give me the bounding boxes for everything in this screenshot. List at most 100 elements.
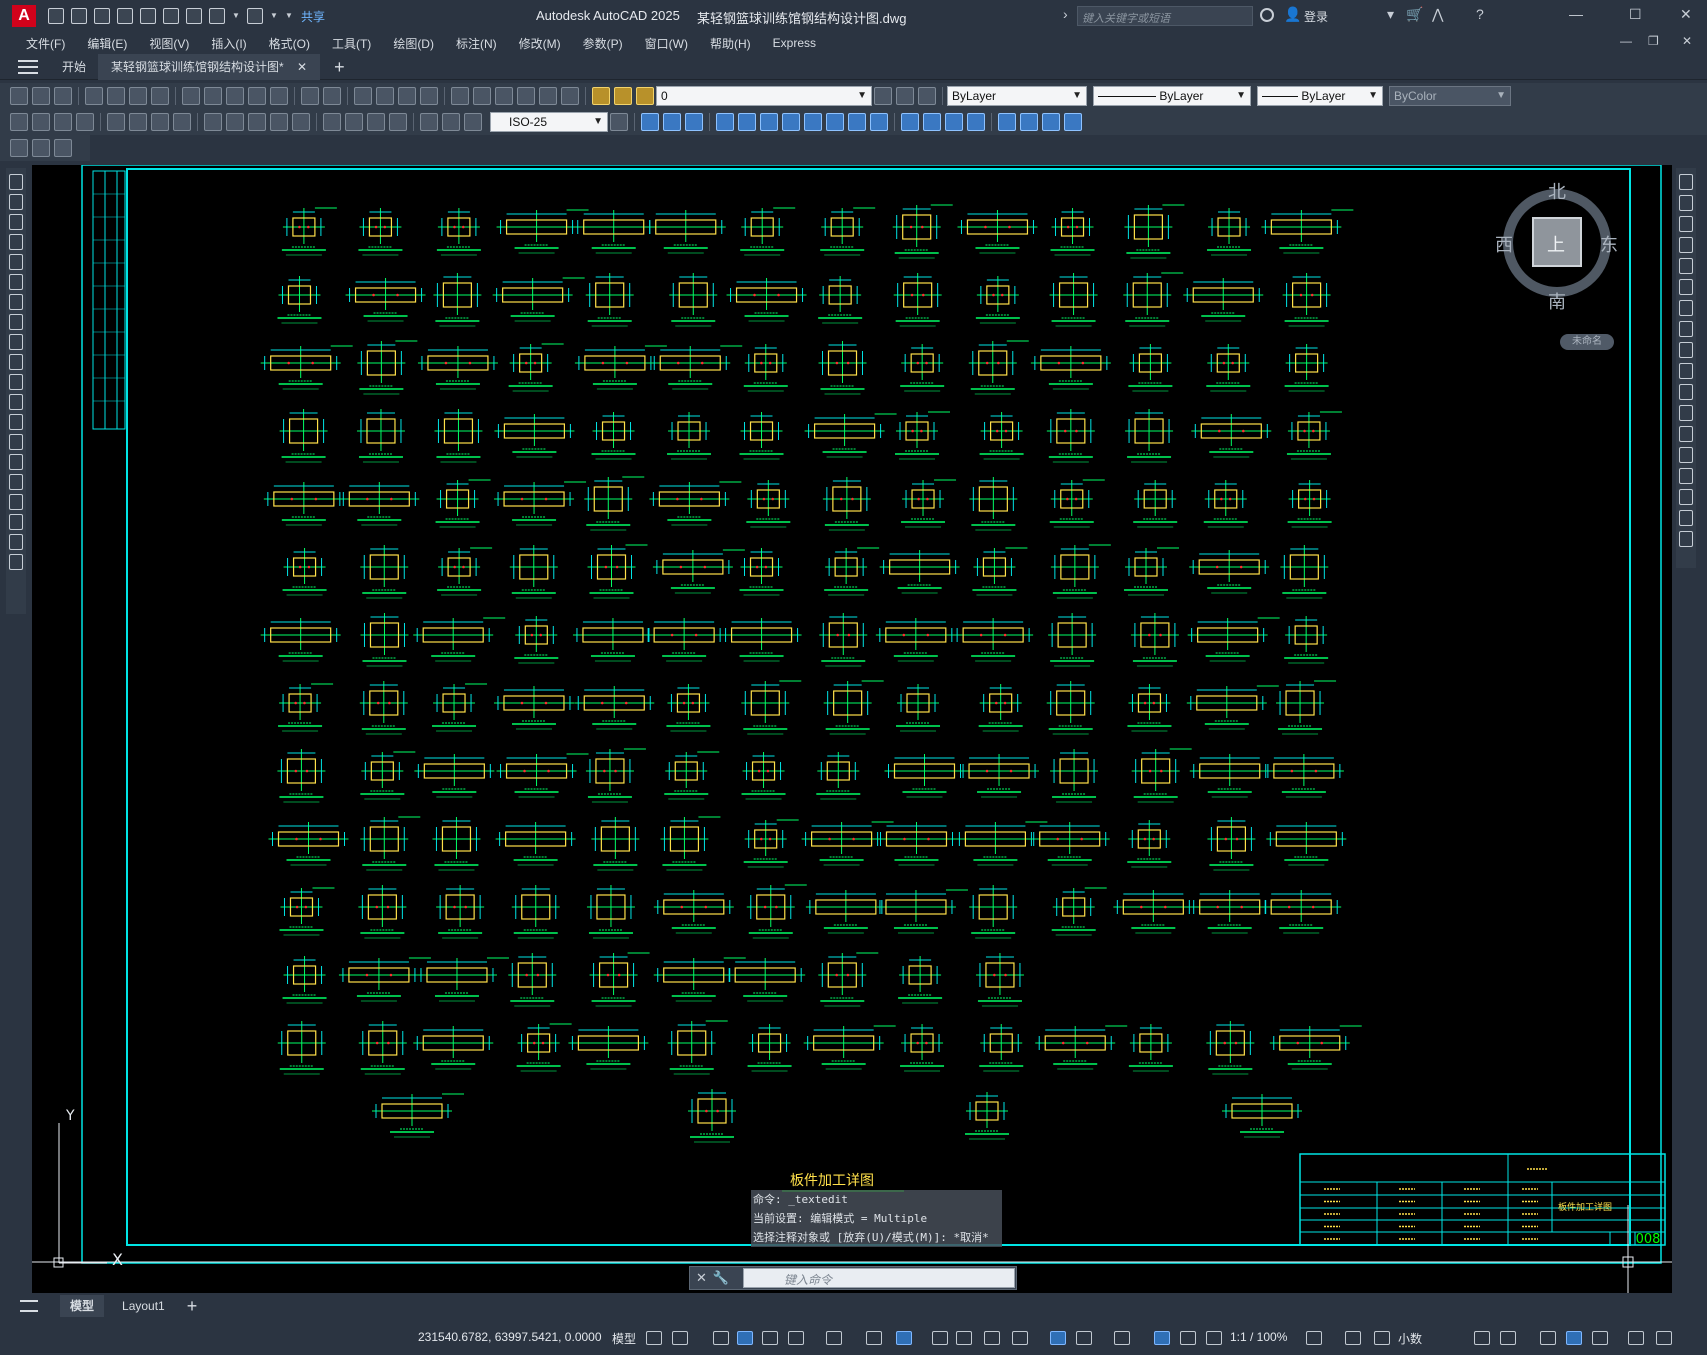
circle-icon[interactable] xyxy=(9,294,23,310)
match-properties-icon[interactable] xyxy=(248,87,266,105)
break-at-point-icon[interactable] xyxy=(901,113,919,131)
customize-qa-icon[interactable]: ▼ xyxy=(285,12,293,20)
new-icon[interactable] xyxy=(10,87,28,105)
menu-edit[interactable]: 编辑(E) xyxy=(79,35,135,52)
trim-icon[interactable] xyxy=(848,113,866,131)
cut-icon[interactable] xyxy=(182,87,200,105)
pan-icon[interactable] xyxy=(354,87,372,105)
layer-freeze-icon[interactable] xyxy=(636,87,654,105)
layer-properties-icon[interactable] xyxy=(592,87,610,105)
ortho-icon[interactable] xyxy=(762,1331,778,1345)
dim-continue-icon[interactable] xyxy=(248,113,266,131)
blend-icon[interactable] xyxy=(1679,510,1693,526)
zoom-realtime-icon[interactable] xyxy=(376,87,394,105)
tab-start[interactable]: 开始 xyxy=(50,53,100,80)
undo-icon[interactable] xyxy=(209,8,225,24)
menu-window[interactable]: 窗口(W) xyxy=(637,35,696,52)
dim-radius-icon[interactable] xyxy=(107,113,125,131)
break-at-point-icon[interactable] xyxy=(1679,405,1693,421)
plot-preview-icon[interactable] xyxy=(107,87,125,105)
scale-icon[interactable] xyxy=(1679,321,1693,337)
menu-modify[interactable]: 修改(M) xyxy=(511,35,569,52)
command-input[interactable]: 键入命令 xyxy=(743,1268,1015,1288)
viewcube-top-face[interactable]: 上 xyxy=(1547,231,1565,257)
new-tab-button[interactable]: + xyxy=(334,54,345,80)
add-layout-button[interactable]: + xyxy=(187,1296,198,1317)
quick-dim-icon[interactable] xyxy=(204,113,222,131)
transparency-icon[interactable] xyxy=(956,1331,972,1345)
join-icon[interactable] xyxy=(945,113,963,131)
menu-insert[interactable]: 插入(I) xyxy=(203,35,254,52)
dim-break-icon[interactable] xyxy=(292,113,310,131)
dim-diameter-icon[interactable] xyxy=(151,113,169,131)
menu-dimension[interactable]: 标注(N) xyxy=(448,35,505,52)
autodesk-app-icon[interactable]: ⋀ xyxy=(1432,6,1443,23)
undo-dropdown-icon[interactable]: ▼ xyxy=(232,12,240,20)
3d-osnap-icon[interactable] xyxy=(1012,1331,1028,1345)
menu-draw[interactable]: 绘图(D) xyxy=(385,35,442,52)
undo-icon[interactable] xyxy=(301,87,319,105)
quick-properties-icon[interactable] xyxy=(1474,1331,1490,1345)
move-icon[interactable] xyxy=(1679,279,1693,295)
viewcube[interactable]: 北 南 西 东 上 xyxy=(1495,178,1618,318)
extend-icon[interactable] xyxy=(1679,384,1693,400)
cart-icon[interactable]: 🛒 xyxy=(1406,6,1423,23)
block-write-icon[interactable] xyxy=(54,139,72,157)
array-icon[interactable] xyxy=(738,113,756,131)
chamfer-icon[interactable] xyxy=(1679,468,1693,484)
trim-icon[interactable] xyxy=(1679,363,1693,379)
offset-icon[interactable] xyxy=(716,113,734,131)
layer-state-icon[interactable] xyxy=(918,87,936,105)
tab-active-drawing[interactable]: 某轻钢篮球训练馆钢结构设计图* ✕ xyxy=(99,53,321,80)
stretch-icon[interactable] xyxy=(1679,342,1693,358)
close-icon[interactable]: ✕ xyxy=(1680,6,1692,23)
save-as-icon[interactable] xyxy=(117,8,133,24)
ellipse-icon[interactable] xyxy=(9,354,23,370)
maximize-icon[interactable]: ☐ xyxy=(1629,6,1642,23)
copy-icon[interactable] xyxy=(1679,195,1693,211)
dim-ordinate-icon[interactable] xyxy=(76,113,94,131)
zoom-window-icon[interactable] xyxy=(398,87,416,105)
tab-close-icon[interactable]: ✕ xyxy=(297,60,307,74)
viewcube-north[interactable]: 北 xyxy=(1548,178,1566,204)
inspection-icon[interactable] xyxy=(367,113,385,131)
layer-previous-icon[interactable] xyxy=(896,87,914,105)
copy-object-icon[interactable] xyxy=(663,113,681,131)
plot-icon[interactable] xyxy=(186,8,202,24)
mirror-icon[interactable] xyxy=(685,113,703,131)
annotation-scale-readout[interactable]: 1:1 / 100% xyxy=(1230,1330,1287,1344)
menu-help[interactable]: 帮助(H) xyxy=(702,35,759,52)
tolerance-icon[interactable] xyxy=(323,113,341,131)
new-file-icon[interactable] xyxy=(48,8,64,24)
annotation-scale-icon[interactable] xyxy=(1206,1331,1222,1345)
isolate-objects-icon[interactable] xyxy=(1540,1331,1556,1345)
dim-update-icon[interactable] xyxy=(464,113,482,131)
share-button[interactable]: 共享 xyxy=(301,8,325,25)
auto-scale-icon[interactable] xyxy=(1180,1331,1196,1345)
rotate-icon[interactable] xyxy=(1679,300,1693,316)
open-icon[interactable] xyxy=(32,87,50,105)
line-icon[interactable] xyxy=(9,174,23,190)
zoom-previous-icon[interactable] xyxy=(420,87,438,105)
object-snap-icon[interactable] xyxy=(896,1331,912,1345)
plot-icon[interactable] xyxy=(85,87,103,105)
edit-polyline-icon[interactable] xyxy=(1064,113,1082,131)
point-icon[interactable] xyxy=(9,434,23,450)
help-icon[interactable] xyxy=(561,87,579,105)
help-icon[interactable]: ? xyxy=(1476,6,1484,22)
lineweight-icon[interactable] xyxy=(932,1331,948,1345)
redo-dropdown-icon[interactable]: ▼ xyxy=(270,12,278,20)
user-icon[interactable]: 👤 xyxy=(1284,6,1301,23)
dim-jogged-icon[interactable] xyxy=(129,113,147,131)
explode-icon[interactable] xyxy=(1042,113,1060,131)
model-space-canvas[interactable]: 板件加工详图 板件加工详图 008 Y X 北 南 西 东 上 未命名 xyxy=(32,165,1672,1293)
doc-close-icon[interactable]: ✕ xyxy=(1682,34,1692,48)
design-center-icon[interactable] xyxy=(473,87,491,105)
clean-screen-icon[interactable] xyxy=(1592,1331,1608,1345)
hatch-icon[interactable] xyxy=(9,454,23,470)
workspace-gear-icon[interactable] xyxy=(1306,1331,1322,1345)
model-space-toggle[interactable]: 模型 xyxy=(612,1330,636,1347)
move-icon[interactable] xyxy=(760,113,778,131)
dim-arc-icon[interactable] xyxy=(54,113,72,131)
minimize-icon[interactable]: — xyxy=(1569,6,1583,22)
